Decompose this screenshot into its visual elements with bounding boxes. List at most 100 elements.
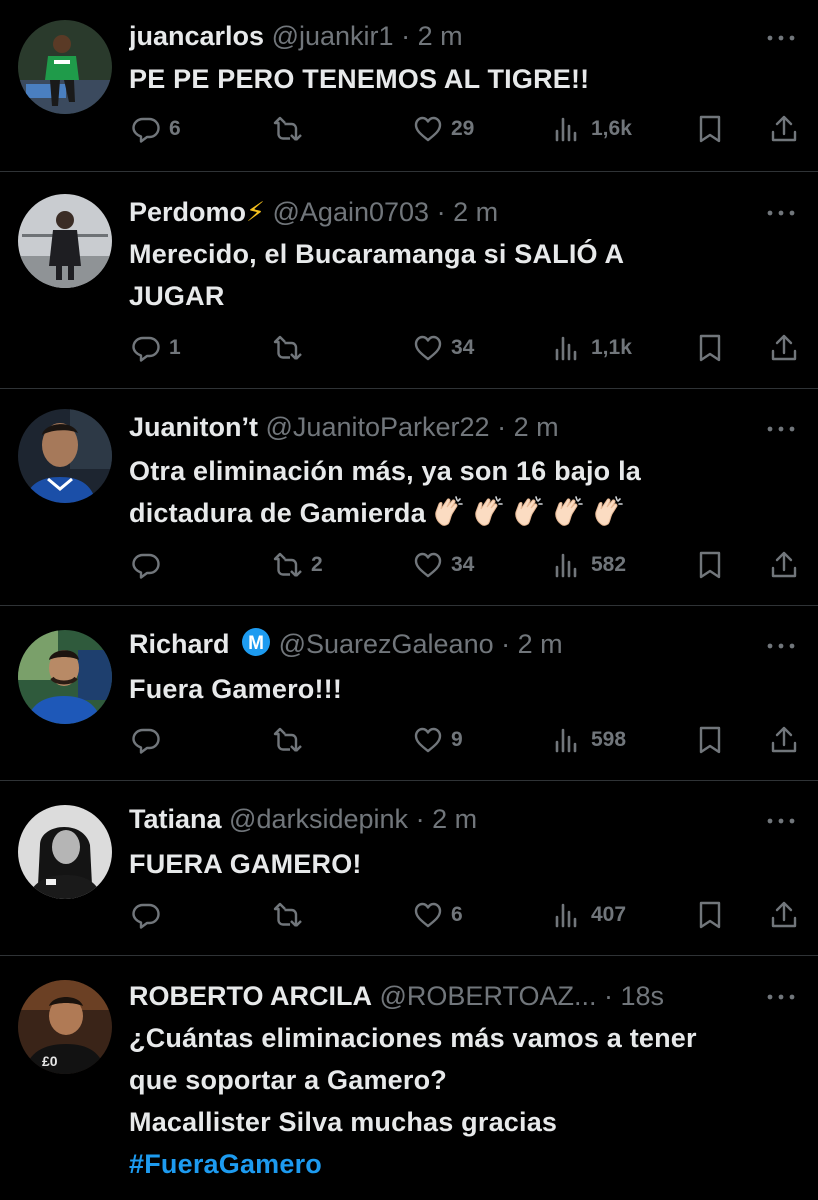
avatar[interactable] [18,20,112,114]
more-icon[interactable] [766,33,796,43]
hashtag-link[interactable]: #FueraGamero [129,1143,794,1185]
action-bar: 1 34 1,1k [129,331,798,365]
retweet-button[interactable] [273,723,311,757]
retweet-button[interactable]: 2 [273,548,323,582]
like-count: 34 [451,553,475,576]
bookmark-icon [695,550,725,580]
tweet-text-line: Merecido, el Bucaramanga si SALIÓ A [129,239,625,269]
display-name[interactable]: ROBERTO ARCILA [129,981,372,1011]
share-button[interactable] [769,112,799,146]
tweet-text-line: dictadura de Gamierda [129,492,794,534]
tweet[interactable]: juancarlos @juankir1 · 2 m PE PE PERO TE… [0,0,818,172]
tweet-text-fragment: dictadura de Gamierda [129,498,426,528]
share-button[interactable] [769,723,799,757]
reply-icon [131,725,161,755]
retweet-icon [273,333,303,363]
avatar[interactable] [18,409,112,503]
bookmark-button[interactable] [695,723,725,757]
share-button[interactable] [769,898,799,932]
tweet-text: Merecido, el Bucaramanga si SALIÓ A JUGA… [129,233,794,317]
user-handle[interactable]: @Again0703 [273,197,430,227]
reply-button[interactable]: 1 [131,331,181,365]
like-icon [413,114,443,144]
views-icon [553,725,583,755]
bookmark-button[interactable] [695,898,725,932]
like-icon [413,550,443,580]
more-icon[interactable] [766,424,796,434]
bookmark-icon [695,900,725,930]
reply-button[interactable] [131,548,169,582]
more-icon[interactable] [766,816,796,826]
avatar[interactable]: £0 [18,980,112,1074]
like-button[interactable]: 6 [413,898,463,932]
timestamp[interactable]: 2 m [518,629,563,659]
clapping-hands-emoji [512,494,546,528]
clapping-hands-emoji [432,494,466,528]
tweet-text: ¿Cuántas eliminaciones más vamos a tener… [129,1017,794,1185]
like-button[interactable]: 9 [413,723,463,757]
display-name[interactable]: juancarlos [129,21,264,51]
bookmark-button[interactable] [695,331,725,365]
retweet-icon [273,550,303,580]
user-handle[interactable]: @SuarezGaleano [279,629,494,659]
tweet-feed: juancarlos @juankir1 · 2 m PE PE PERO TE… [0,0,818,1200]
bookmark-button[interactable] [695,548,725,582]
timestamp[interactable]: 2 m [418,21,463,51]
tweet-text: PE PE PERO TENEMOS AL TIGRE!! [129,58,794,100]
bookmark-button[interactable] [695,112,725,146]
share-icon [769,725,799,755]
retweet-button[interactable] [273,331,311,365]
reply-button[interactable] [131,898,169,932]
timestamp[interactable]: 2 m [514,412,559,442]
tweet-text: Fuera Gamero!!! [129,668,794,710]
tweet[interactable]: £0 ROBERTO ARCILA @ROBERTOAZ... · 18s ¿C… [0,956,818,1200]
reply-button[interactable] [131,723,169,757]
views-button[interactable]: 582 [553,548,626,582]
like-count: 29 [451,117,475,140]
tweet[interactable]: Richard M @SuarezGaleano · 2 m Fuera Gam… [0,606,818,781]
tweet-text-line: PE PE PERO TENEMOS AL TIGRE!! [129,64,590,94]
display-name[interactable]: Juaniton’t [129,412,258,442]
retweet-icon [273,900,303,930]
timestamp[interactable]: 18s [621,981,665,1011]
tweet[interactable]: Juaniton’t @JuanitoParker22 · 2 m Otra e… [0,389,818,606]
user-handle[interactable]: @ROBERTOAZ... [380,981,597,1011]
views-button[interactable]: 1,6k [553,112,632,146]
bookmark-icon [695,114,725,144]
share-button[interactable] [769,548,799,582]
tweet[interactable]: Perdomo⚡ @Again0703 · 2 m Merecido, el B… [0,172,818,389]
reply-icon [131,114,161,144]
reply-button[interactable]: 6 [131,112,181,146]
user-handle[interactable]: @juankir1 [272,21,394,51]
retweet-button[interactable] [273,898,311,932]
share-icon [769,900,799,930]
more-icon[interactable] [766,641,796,651]
display-name[interactable]: Perdomo [129,197,246,227]
user-handle[interactable]: @darksidepink [229,804,408,834]
display-name[interactable]: Richard [129,629,230,659]
retweet-count: 2 [311,553,323,576]
like-button[interactable]: 34 [413,548,474,582]
user-handle[interactable]: @JuanitoParker22 [266,412,490,442]
more-icon[interactable] [766,992,796,1002]
avatar[interactable] [18,194,112,288]
clapping-hands-emoji [552,494,586,528]
tweet[interactable]: Tatiana @darksidepink · 2 m FUERA GAMERO… [0,781,818,956]
like-button[interactable]: 29 [413,112,474,146]
separator-dot: · [401,21,411,51]
like-button[interactable]: 34 [413,331,474,365]
more-icon[interactable] [766,208,796,218]
display-name[interactable]: Tatiana [129,804,222,834]
tweet-header: juancarlos @juankir1 · 2 m [129,18,748,54]
avatar[interactable] [18,630,112,724]
views-button[interactable]: 598 [553,723,626,757]
views-button[interactable]: 407 [553,898,626,932]
timestamp[interactable]: 2 m [432,804,477,834]
reply-count: 6 [169,117,181,140]
retweet-button[interactable] [273,112,311,146]
avatar[interactable] [18,805,112,899]
action-bar: 9 598 [129,723,798,757]
share-button[interactable] [769,331,799,365]
timestamp[interactable]: 2 m [453,197,498,227]
views-button[interactable]: 1,1k [553,331,632,365]
